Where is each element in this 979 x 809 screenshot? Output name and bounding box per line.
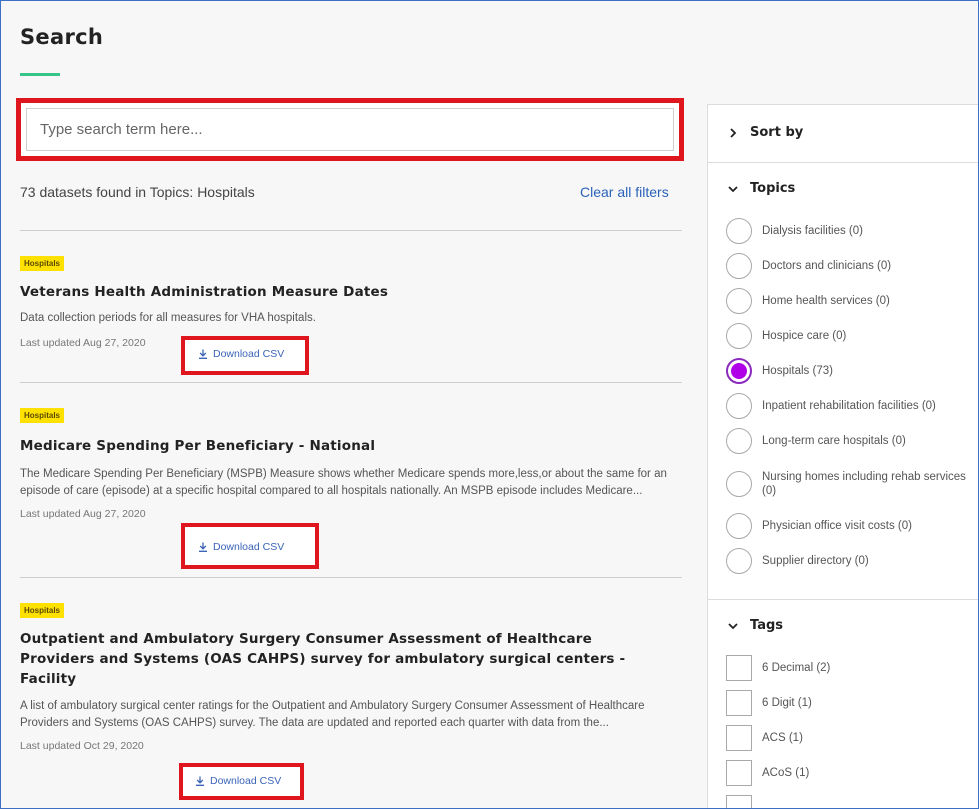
divider — [20, 577, 682, 578]
topic-filter-item[interactable]: Supplier directory (0) — [726, 548, 869, 574]
download-icon — [199, 349, 207, 359]
topic-label: Hospice care (0) — [762, 330, 847, 342]
tag-checkbox[interactable] — [726, 760, 752, 786]
topic-radio[interactable] — [726, 393, 752, 419]
topic-filter-item[interactable]: Nursing homes including rehab services (… — [726, 470, 972, 498]
topic-radio[interactable] — [726, 513, 752, 539]
filter-sidebar: Sort by Topics Dialysis facilities (0) D… — [707, 104, 978, 808]
download-csv-link[interactable]: Download CSV — [198, 541, 284, 553]
topic-filter-item[interactable]: Physician office visit costs (0) — [726, 513, 912, 539]
download-icon — [199, 542, 207, 552]
dataset-meta: Last updated Aug 27, 2020 — [20, 504, 682, 524]
download-csv-link[interactable]: Download CSV — [198, 348, 284, 360]
tag-label: 6 Digit (1) — [762, 697, 812, 709]
topic-label: Inpatient rehabilitation facilities (0) — [762, 400, 936, 412]
tag-checkbox[interactable] — [726, 725, 752, 751]
topic-radio[interactable] — [726, 288, 752, 314]
sidebar-divider — [708, 162, 978, 163]
tag-checkbox[interactable] — [726, 655, 752, 681]
download-label: Download CSV — [213, 541, 285, 553]
sidebar-divider — [708, 599, 978, 600]
topic-radio[interactable] — [726, 548, 752, 574]
tag-filter-item[interactable]: ACS (1) — [726, 725, 803, 751]
dataset-title[interactable]: Medicare Spending Per Beneficiary - Nati… — [20, 436, 682, 456]
topic-label: Home health services (0) — [762, 295, 890, 307]
page-title: Search — [20, 25, 104, 49]
tag-checkbox[interactable] — [726, 795, 752, 808]
tag-filter-item[interactable]: ACoS (1) — [726, 760, 809, 786]
topic-filter-item[interactable]: Doctors and clinicians (0) — [726, 253, 891, 279]
chevron-down-icon — [728, 185, 738, 192]
dataset-meta: Last updated Aug 27, 2020 — [20, 333, 682, 353]
topic-label: Long-term care hospitals (0) — [762, 435, 906, 447]
topics-heading: Topics — [750, 181, 796, 196]
tag-checkbox[interactable] — [726, 690, 752, 716]
download-label: Download CSV — [213, 348, 285, 360]
tag-filter-item[interactable] — [726, 795, 752, 808]
tags-heading: Tags — [750, 618, 784, 633]
topic-radio-selected[interactable] — [726, 358, 752, 384]
tag-filter-item[interactable]: 6 Decimal (2) — [726, 655, 830, 681]
sort-by-label: Sort by — [750, 125, 804, 140]
sort-by-toggle[interactable]: Sort by — [728, 125, 803, 140]
divider — [20, 382, 682, 383]
dataset-description: Data collection periods for all measures… — [20, 312, 316, 324]
topic-label: Supplier directory (0) — [762, 555, 869, 567]
title-accent-underline — [20, 73, 60, 76]
topic-badge: Hospitals — [20, 408, 65, 423]
download-icon — [196, 776, 204, 786]
topic-radio[interactable] — [726, 218, 752, 244]
dataset-card: Hospitals Medicare Spending Per Benefici… — [20, 405, 682, 524]
topic-filter-item[interactable]: Hospitals (73) — [726, 358, 833, 384]
topic-filter-item[interactable]: Dialysis facilities (0) — [726, 218, 863, 244]
page-frame: Search 73 datasets found in Topics: Hosp… — [0, 0, 979, 809]
dataset-card: Hospitals Outpatient and Ambulatory Surg… — [20, 600, 682, 756]
tag-label: 6 Decimal (2) — [762, 662, 831, 674]
topic-badge: Hospitals — [20, 256, 65, 271]
clear-filters-link[interactable]: Clear all filters — [580, 184, 669, 200]
tag-label: ACS (1) — [762, 732, 803, 744]
last-updated: Last updated Aug 27, 2020 — [20, 337, 146, 349]
topic-radio[interactable] — [726, 471, 752, 497]
results-count: 73 datasets found in Topics: Hospitals — [20, 184, 255, 200]
topic-label: Doctors and clinicians (0) — [762, 260, 892, 272]
dataset-title[interactable]: Veterans Health Administration Measure D… — [20, 282, 682, 302]
divider — [20, 230, 682, 231]
topic-label: Dialysis facilities (0) — [762, 225, 863, 237]
last-updated: Last updated Oct 29, 2020 — [20, 740, 144, 752]
topics-toggle[interactable]: Topics — [728, 181, 795, 196]
topic-radio[interactable] — [726, 323, 752, 349]
last-updated: Last updated Aug 27, 2020 — [20, 508, 146, 520]
chevron-right-icon — [730, 127, 737, 138]
topic-label: Physician office visit costs (0) — [762, 520, 912, 532]
topic-filter-item[interactable]: Hospice care (0) — [726, 323, 846, 349]
download-label: Download CSV — [210, 775, 282, 787]
search-input[interactable] — [26, 108, 674, 151]
download-csv-link[interactable]: Download CSV — [195, 775, 281, 787]
topic-label: Nursing homes including rehab services (… — [762, 471, 966, 497]
chevron-down-icon — [728, 622, 738, 629]
dataset-card: Hospitals Veterans Health Administration… — [20, 253, 682, 353]
dataset-description: The Medicare Spending Per Beneficiary (M… — [20, 468, 667, 497]
tag-label: ACoS (1) — [762, 767, 810, 779]
tag-filter-item[interactable]: 6 Digit (1) — [726, 690, 812, 716]
topic-badge: Hospitals — [20, 603, 65, 618]
topic-filter-item[interactable]: Long-term care hospitals (0) — [726, 428, 906, 454]
dataset-title[interactable]: Outpatient and Ambulatory Surgery Consum… — [20, 629, 660, 689]
dataset-description: A list of ambulatory surgical center rat… — [20, 700, 645, 729]
topic-label: Hospitals (73) — [762, 365, 833, 377]
search-highlight-box — [16, 98, 684, 161]
tags-toggle[interactable]: Tags — [728, 618, 783, 633]
topic-radio[interactable] — [726, 428, 752, 454]
topic-radio[interactable] — [726, 253, 752, 279]
topic-filter-item[interactable]: Inpatient rehabilitation facilities (0) — [726, 393, 936, 419]
dataset-meta: Last updated Oct 29, 2020 — [20, 736, 682, 756]
topic-filter-item[interactable]: Home health services (0) — [726, 288, 890, 314]
